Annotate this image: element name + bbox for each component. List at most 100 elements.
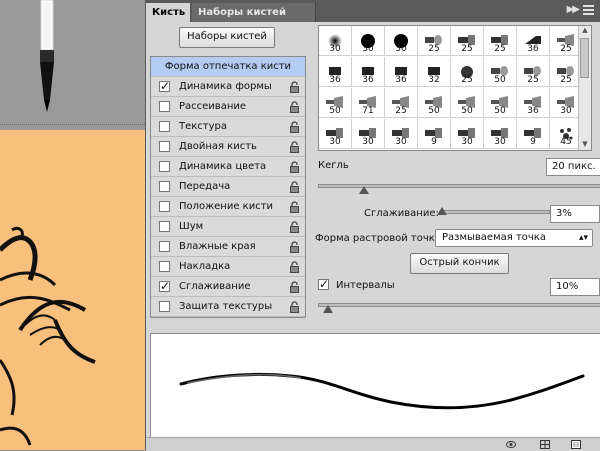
- bristle-shape-select[interactable]: Размываемая точка ▴▾: [435, 229, 593, 247]
- smoothing-label: Сглаживание:: [364, 208, 439, 219]
- brush-tip-cell[interactable]: 30: [451, 119, 484, 149]
- option-checkbox[interactable]: [159, 181, 170, 192]
- brush-tip-cell[interactable]: 25: [451, 57, 484, 87]
- new-preset-icon[interactable]: [571, 440, 581, 449]
- tip-size-label: 30: [395, 137, 407, 147]
- lock-icon[interactable]: [290, 201, 299, 213]
- eye-icon[interactable]: [506, 440, 516, 449]
- brush-option-row[interactable]: Влажные края: [151, 237, 305, 257]
- smoothing-slider-thumb[interactable]: [437, 207, 447, 215]
- brush-tip-cell[interactable]: 36: [385, 57, 418, 87]
- scroll-down-icon[interactable]: ▼: [579, 140, 591, 150]
- brush-option-row[interactable]: ✓ Сглаживание: [151, 277, 305, 297]
- brush-option-row[interactable]: ✓ Динамика формы: [151, 77, 305, 97]
- lock-icon[interactable]: [290, 221, 299, 233]
- tip-size-label: 50: [494, 75, 506, 85]
- option-checkbox[interactable]: [159, 201, 170, 212]
- option-label: Динамика цвета: [179, 161, 267, 172]
- smoothing-field[interactable]: 3%: [550, 205, 600, 223]
- tip-size-label: 71: [362, 106, 374, 116]
- tip-size-label: 36: [527, 44, 539, 54]
- brush-tip-cell[interactable]: 36: [517, 88, 550, 118]
- brush-tip-cell[interactable]: 25: [418, 26, 451, 56]
- option-checkbox[interactable]: [159, 301, 170, 312]
- brush-option-row[interactable]: Текстура: [151, 117, 305, 137]
- option-checkbox[interactable]: ✓: [159, 80, 170, 92]
- lock-icon[interactable]: [290, 241, 299, 253]
- scroll-up-icon[interactable]: ▲: [579, 26, 591, 36]
- brush-option-row[interactable]: Шум: [151, 217, 305, 237]
- brush-tip-cell[interactable]: 36: [319, 57, 352, 87]
- brush-tip-cell[interactable]: 50: [484, 57, 517, 87]
- brush-tip-cell[interactable]: 25: [451, 26, 484, 56]
- brush-panel: Кисть Наборы кистей ▶▶ Наборы кистей Фор…: [145, 0, 600, 451]
- lock-icon[interactable]: [290, 281, 299, 293]
- canvas-sketch: [0, 226, 96, 446]
- spacing-field[interactable]: 10%: [550, 278, 600, 296]
- tip-size-label: 9: [530, 137, 536, 147]
- brush-tip-cell[interactable]: 32: [418, 57, 451, 87]
- brush-tip-cell[interactable]: 36: [517, 26, 550, 56]
- brush-tip-shape-header[interactable]: Форма отпечатка кисти: [151, 57, 305, 77]
- lock-icon[interactable]: [290, 161, 299, 173]
- lock-icon[interactable]: [290, 301, 299, 313]
- lock-icon[interactable]: [290, 101, 299, 113]
- brush-tip-cell[interactable]: 50: [451, 88, 484, 118]
- lock-icon[interactable]: [290, 141, 299, 153]
- option-checkbox[interactable]: [159, 161, 170, 172]
- brush-tip-cell[interactable]: 50: [484, 88, 517, 118]
- option-checkbox[interactable]: [159, 101, 170, 112]
- brush-tip-cell[interactable]: 50: [319, 88, 352, 118]
- option-checkbox[interactable]: ✓: [159, 280, 170, 292]
- lock-icon[interactable]: [290, 181, 299, 193]
- brush-tip-cell[interactable]: 30: [385, 26, 418, 56]
- grid-icon[interactable]: [540, 440, 550, 449]
- panel-tab-bar: Кисть Наборы кистей ▶▶: [146, 0, 600, 22]
- brush-tip-cell[interactable]: 25: [484, 26, 517, 56]
- brush-tip-cell[interactable]: 25: [385, 88, 418, 118]
- brush-option-row[interactable]: Защита текстуры: [151, 297, 305, 317]
- scroll-thumb[interactable]: [580, 38, 589, 78]
- option-checkbox[interactable]: [159, 261, 170, 272]
- brush-option-row[interactable]: Передача: [151, 177, 305, 197]
- brush-tip-cell[interactable]: 30: [319, 119, 352, 149]
- option-checkbox[interactable]: [159, 121, 170, 132]
- spacing-slider-thumb[interactable]: [323, 305, 333, 313]
- tip-grid-scrollbar[interactable]: ▲ ▼: [578, 26, 591, 150]
- option-checkbox[interactable]: [159, 241, 170, 252]
- tab-brush[interactable]: Кисть: [146, 3, 190, 22]
- lock-icon[interactable]: [290, 261, 299, 273]
- brush-option-row[interactable]: Динамика цвета: [151, 157, 305, 177]
- brush-tip-cell[interactable]: 30: [352, 26, 385, 56]
- option-checkbox[interactable]: [159, 221, 170, 232]
- size-slider-thumb[interactable]: [359, 186, 369, 194]
- smoothing-slider-track[interactable]: [440, 210, 550, 214]
- brush-tip-cell[interactable]: 71: [352, 88, 385, 118]
- brush-tip-cell[interactable]: 9: [418, 119, 451, 149]
- brush-option-row[interactable]: Двойная кисть: [151, 137, 305, 157]
- brush-tip-cell[interactable]: 30: [352, 119, 385, 149]
- brush-tip-cell[interactable]: 50: [418, 88, 451, 118]
- brush-option-row[interactable]: Накладка: [151, 257, 305, 277]
- brush-presets-button[interactable]: Наборы кистей: [179, 27, 275, 48]
- panel-menu-icon[interactable]: [583, 5, 594, 17]
- brush-tip-cell[interactable]: 9: [517, 119, 550, 149]
- lock-icon[interactable]: [290, 81, 299, 93]
- option-checkbox[interactable]: [159, 141, 170, 152]
- tab-brush-presets[interactable]: Наборы кистей: [192, 3, 316, 22]
- brush-option-row[interactable]: Рассеивание: [151, 97, 305, 117]
- collapse-arrows-icon[interactable]: ▶▶: [567, 4, 580, 15]
- size-field[interactable]: 20 пикс.: [546, 158, 600, 176]
- brush-option-row[interactable]: Положение кисти: [151, 197, 305, 217]
- tip-size-label: 30: [329, 44, 341, 54]
- brush-tip-cell[interactable]: 30: [319, 26, 352, 56]
- brush-tip-cell[interactable]: 25: [517, 57, 550, 87]
- spacing-checkbox[interactable]: ✓: [318, 278, 329, 290]
- brush-tip-cell[interactable]: 30: [484, 119, 517, 149]
- brush-tip-cell[interactable]: 30: [385, 119, 418, 149]
- spacing-slider-track[interactable]: [318, 303, 600, 307]
- canvas-drawing-area[interactable]: [0, 130, 145, 450]
- lock-icon[interactable]: [290, 121, 299, 133]
- brush-tip-cell[interactable]: 36: [352, 57, 385, 87]
- sharp-tip-button[interactable]: Острый кончик: [410, 253, 509, 274]
